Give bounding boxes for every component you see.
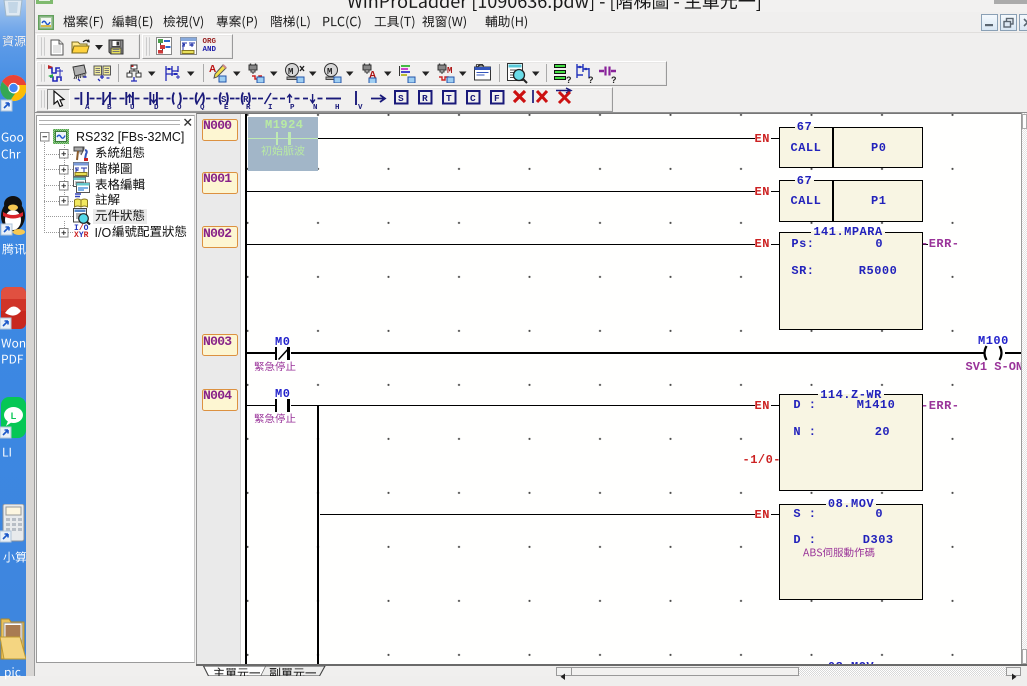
svg-text:D: D <box>154 104 159 110</box>
svg-text:?: ? <box>588 75 594 83</box>
svg-text:H: H <box>335 104 340 110</box>
svg-text:S: S <box>398 93 404 104</box>
svg-text:U: U <box>130 104 135 110</box>
svg-text:E: E <box>224 104 229 110</box>
svg-text:N: N <box>313 104 318 110</box>
svg-text:M: M <box>288 67 293 77</box>
svg-text:M: M <box>447 66 452 76</box>
svg-text:?: ? <box>566 75 571 83</box>
svg-text:V: V <box>358 104 363 110</box>
svg-text:P: P <box>290 104 295 110</box>
svg-text:A: A <box>85 104 90 110</box>
svg-text:Q: Q <box>200 104 205 110</box>
svg-text:O: O <box>177 104 182 110</box>
svg-text:B: B <box>107 104 112 110</box>
svg-text:L: L <box>11 411 17 421</box>
svg-text:R: R <box>422 93 428 104</box>
svg-text:?: ? <box>611 75 617 83</box>
svg-text:T: T <box>446 93 452 104</box>
svg-text:I: I <box>268 104 273 110</box>
svg-text:M: M <box>327 67 332 77</box>
svg-text:C: C <box>470 93 476 104</box>
svg-text:F: F <box>494 93 500 104</box>
svg-text:R: R <box>246 104 251 110</box>
